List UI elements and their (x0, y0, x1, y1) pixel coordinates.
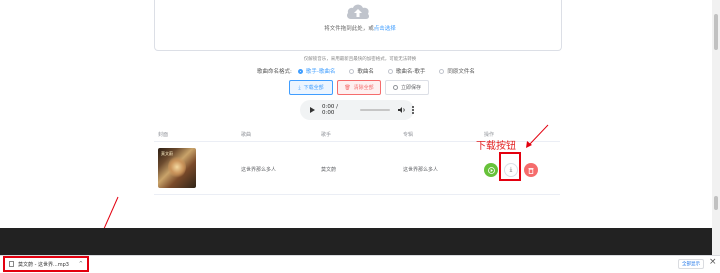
scrollbar-thumb-secondary[interactable] (714, 196, 718, 210)
show-all-button[interactable]: 全部显示 (678, 259, 704, 269)
file-icon (9, 261, 14, 267)
chevron-up-icon[interactable]: ^ (79, 261, 83, 267)
scrollbar-thumb[interactable] (714, 14, 718, 50)
download-item-name: 莫文蔚 - 这世界...mp3 (18, 261, 69, 268)
close-icon[interactable]: × (709, 257, 717, 267)
footer-band (0, 228, 712, 255)
download-shelf (0, 255, 720, 273)
download-item[interactable]: 莫文蔚 - 这世界...mp3 ^ (3, 256, 89, 272)
